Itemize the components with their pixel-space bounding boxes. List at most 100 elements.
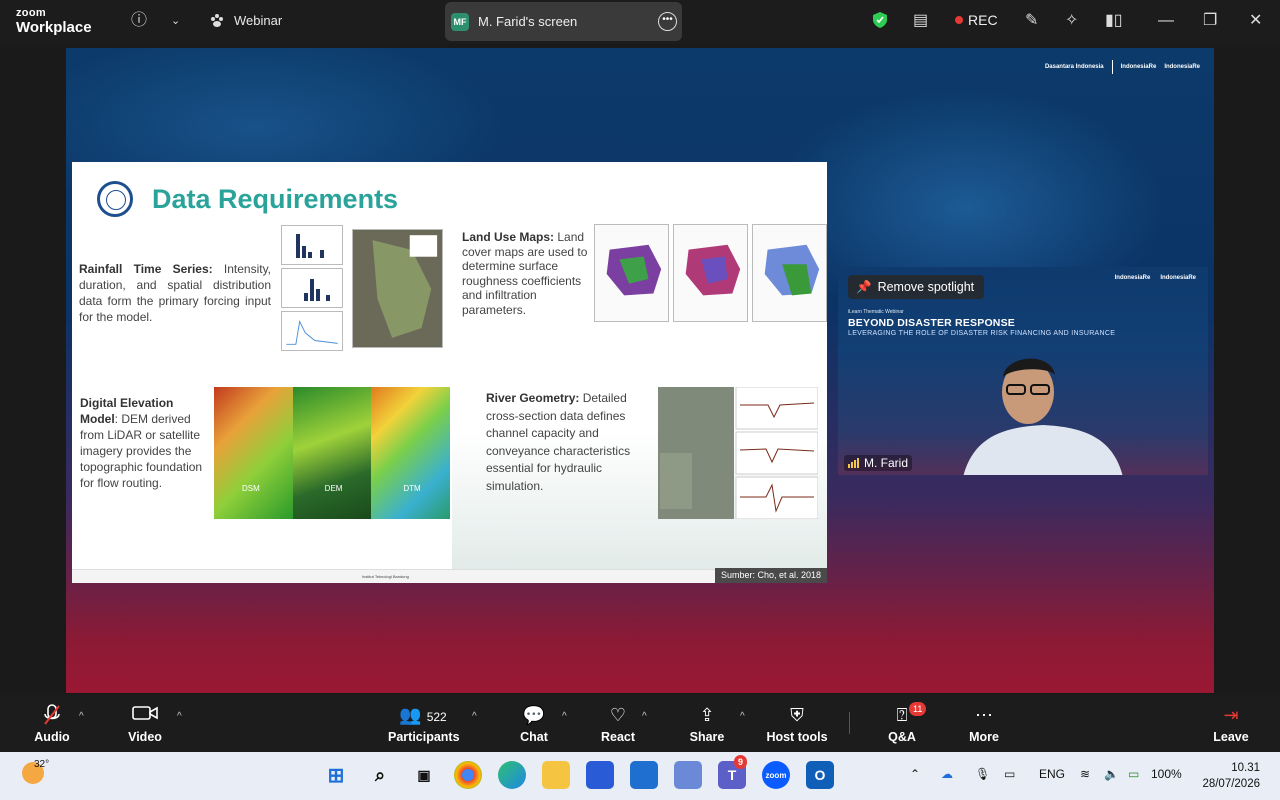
logo-divider [1111, 60, 1113, 74]
host-tools-label: Host tools [766, 730, 828, 744]
ai-companion-icon[interactable]: ✧ [1065, 10, 1078, 32]
river-heading: River Geometry: [486, 391, 580, 405]
shield-icon[interactable] [872, 11, 888, 29]
chevron-down-icon[interactable]: ⌄ [171, 10, 180, 32]
restore-icon[interactable]: ❐ [1203, 10, 1217, 32]
qa-label: Q&A [888, 730, 916, 744]
share-screen-icon: ⇪ [699, 705, 715, 725]
more-label: More [969, 730, 999, 744]
zoom-logo: zoom Workplace [16, 8, 92, 36]
more-dots-icon: ⋯ [975, 705, 993, 725]
notes-icon[interactable]: ▤ [913, 10, 928, 32]
dtm-label: DTM [403, 484, 421, 493]
webinar-label: Webinar [210, 10, 282, 32]
more-button[interactable]: ⋯ More [966, 704, 1002, 744]
share-avatar: MF [451, 13, 469, 31]
river-geometry-figure [658, 387, 818, 519]
dsm-label: DSM [242, 484, 260, 493]
outlook-new-icon[interactable] [630, 761, 658, 789]
landuse-map-2 [673, 224, 748, 322]
edge-icon[interactable] [498, 761, 526, 789]
remove-spotlight-button[interactable]: 📌 Remove spotlight [848, 275, 985, 299]
chrome-icon[interactable] [454, 761, 482, 789]
rec-text: REC [968, 12, 998, 28]
participant-name-tag: M. Farid [844, 455, 913, 471]
qa-badge: 11 [909, 702, 927, 716]
participants-options-caret[interactable]: ^ [472, 711, 477, 722]
react-label: React [600, 730, 636, 744]
screen-share-indicator[interactable]: MF M. Farid's screen ••• [445, 2, 682, 41]
battery-percent: 100% [1151, 767, 1182, 781]
paw-icon [211, 14, 223, 27]
spotlight-video[interactable]: IndonesiaRe IndonesiaRe iLearn Thematic … [838, 267, 1208, 475]
react-button[interactable]: ♡ React [600, 704, 636, 744]
info-icon[interactable]: ⓘ [131, 10, 147, 32]
video-subline: LEVERAGING THE ROLE OF DISASTER RISK FIN… [848, 330, 1116, 337]
layout-icon[interactable]: ▮▯ [1105, 10, 1123, 32]
record-icon [955, 16, 963, 24]
footer-text: Institut Teknologi Bandung [362, 574, 409, 579]
dem-text: Digital Elevation Model: DEM derived fro… [80, 395, 210, 491]
more-icon[interactable]: ••• [658, 12, 677, 31]
participants-icon: 👥 522 [399, 705, 447, 725]
dsm-image: DSM [214, 387, 293, 519]
chat-icon: 💬 [522, 705, 546, 725]
record-indicator[interactable]: REC [955, 12, 998, 28]
host-tools-button[interactable]: ⛨ Host tools [766, 704, 828, 744]
outlook-icon[interactable]: O [806, 761, 834, 789]
clock[interactable]: 10.31 28/07/2026 [1202, 760, 1260, 792]
rainfall-heading: Rainfall Time Series: [79, 262, 213, 276]
chat-button[interactable]: 💬 Chat [516, 704, 552, 744]
video-options-caret[interactable]: ^ [177, 711, 182, 722]
calculator-icon[interactable] [674, 761, 702, 789]
slide-footer: Institut Teknologi Bandung [72, 569, 827, 583]
annotate-icon[interactable]: ✎ [1025, 10, 1038, 32]
slide-title: Data Requirements [152, 184, 399, 214]
file-explorer-icon[interactable] [542, 761, 570, 789]
task-view-icon[interactable]: ▣ [410, 761, 438, 789]
audio-button[interactable]: Audio [34, 704, 70, 744]
participants-button[interactable]: 👥 522 Participants [388, 704, 460, 744]
language-indicator[interactable]: ENG [1039, 767, 1065, 781]
remove-spotlight-label: Remove spotlight [877, 280, 975, 294]
signal-icon [848, 458, 859, 468]
river-text: River Geometry: Detailed cross-section d… [486, 390, 646, 495]
video-button[interactable]: Video [125, 704, 165, 744]
landuse-map-1 [594, 224, 669, 322]
audio-options-caret[interactable]: ^ [79, 711, 84, 722]
participant-name: M. Farid [864, 456, 909, 470]
hydrograph-chart [281, 311, 343, 351]
share-button[interactable]: ⇪ Share [689, 704, 725, 744]
share-options-caret[interactable]: ^ [740, 711, 745, 722]
video-label: Video [128, 730, 162, 744]
react-options-caret[interactable]: ^ [642, 711, 647, 722]
weather-widget[interactable]: 32° [22, 759, 49, 784]
leave-button[interactable]: ⇥ Leave [1213, 704, 1249, 744]
tray-overflow-icon[interactable]: ⌃ [910, 767, 920, 781]
minimize-icon[interactable]: — [1158, 10, 1174, 32]
display-icon[interactable]: ▭ [1004, 767, 1015, 781]
brand-line2: Workplace [16, 19, 92, 36]
battery-icon[interactable]: ▭ [1128, 767, 1139, 781]
rainfall-text: Rainfall Time Series: Intensity, duratio… [79, 261, 271, 325]
camera-icon [125, 704, 165, 726]
chat-options-caret[interactable]: ^ [562, 711, 567, 722]
store-icon[interactable] [586, 761, 614, 789]
leave-label: Leave [1213, 730, 1249, 744]
chat-label: Chat [520, 730, 548, 744]
qa-button[interactable]: ⍰ 11 Q&A [885, 702, 927, 744]
volume-icon[interactable]: 🔈 [1104, 767, 1119, 781]
close-icon[interactable]: ✕ [1249, 10, 1262, 32]
wifi-icon[interactable]: ≋ [1080, 767, 1090, 781]
search-icon[interactable]: ⌕ [366, 761, 394, 789]
leave-icon: ⇥ [1223, 705, 1239, 725]
onedrive-icon[interactable]: ☁ [941, 767, 953, 781]
teams-icon[interactable]: T9 [718, 755, 748, 789]
participants-label: Participants [388, 730, 460, 744]
share-label: M. Farid's screen [478, 14, 578, 29]
stage-logos: Dasantara Indonesia IndonesiaRe Indonesi… [1045, 60, 1200, 74]
microphone-icon[interactable]: 🎙 [975, 767, 990, 781]
windows-start-icon[interactable]: ⊞ [322, 761, 350, 789]
video-headline: BEYOND DISASTER RESPONSE [848, 317, 1015, 329]
zoom-app-icon[interactable]: zoom [762, 761, 790, 789]
